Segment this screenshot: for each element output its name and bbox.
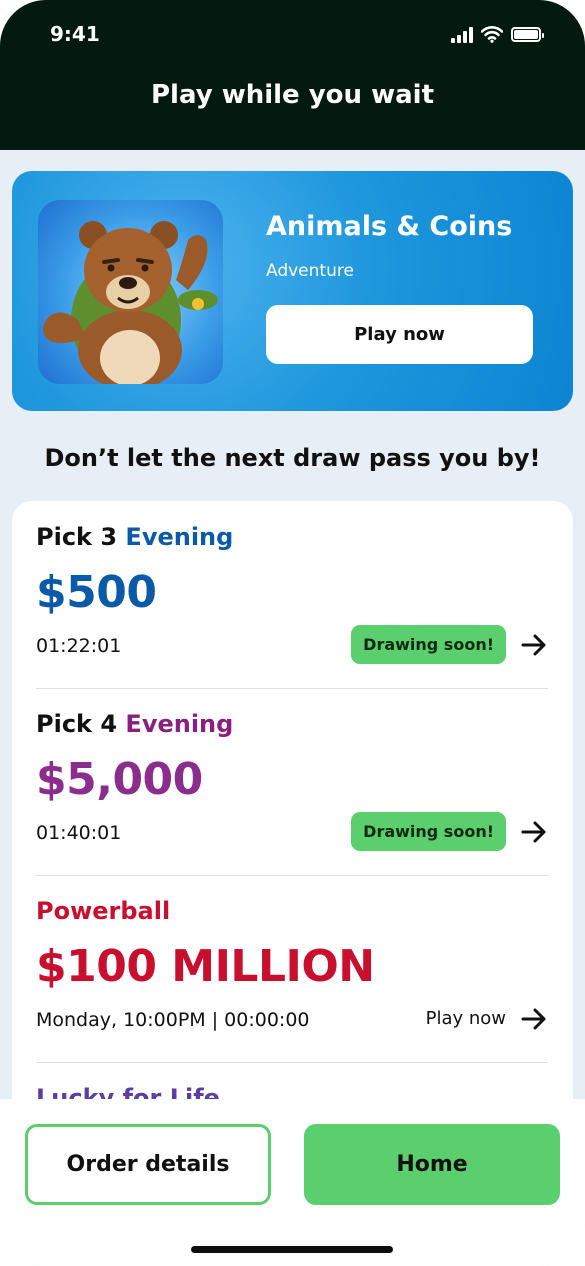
- arrow-right-icon[interactable]: [520, 1005, 548, 1033]
- header: 9:41 Play while you wait: [0, 0, 585, 150]
- draw-item-pick-4-evening[interactable]: Pick 4 Evening $5,000 01:40:01 Drawing s…: [36, 688, 548, 875]
- game-name: Powerball: [36, 897, 171, 925]
- battery-icon: [511, 27, 544, 42]
- draw-time-of-day: Evening: [125, 710, 234, 738]
- play-now-link[interactable]: Play now: [426, 1008, 506, 1029]
- draw-name: Pick 4 Evening: [36, 710, 233, 738]
- play-now-button[interactable]: Play now: [266, 305, 533, 364]
- game-thumbnail: [38, 200, 223, 384]
- drawing-soon-badge: Drawing soon!: [351, 812, 506, 851]
- countdown-timer: 01:40:01: [36, 822, 122, 844]
- wifi-icon: [481, 26, 503, 43]
- order-details-button[interactable]: Order details: [25, 1124, 271, 1205]
- countdown-timer: 01:22:01: [36, 635, 122, 657]
- arrow-right-icon[interactable]: [520, 818, 548, 846]
- game-name: Pick 4: [36, 710, 118, 738]
- page-title: Play while you wait: [150, 80, 435, 110]
- featured-game-card[interactable]: Animals & Coins Adventure Play now: [12, 171, 573, 411]
- app-screen: 9:41 Play while you wait Animals & Coins…: [0, 0, 585, 1266]
- bottom-action-bar: Order details Home: [0, 1099, 585, 1266]
- draw-item-pick-3-evening[interactable]: Pick 3 Evening $500 01:22:01 Drawing soo…: [36, 501, 548, 688]
- arrow-right-icon[interactable]: [520, 631, 548, 659]
- drawing-soon-badge: Drawing soon!: [351, 625, 506, 664]
- draw-item-powerball[interactable]: Powerball $100 MILLION Monday, 10:00PM |…: [36, 875, 548, 1062]
- status-time: 9:41: [50, 22, 100, 46]
- status-icons: [451, 26, 544, 43]
- home-indicator: [191, 1246, 393, 1253]
- jackpot-amount: $500: [36, 567, 157, 618]
- draws-list: Pick 3 Evening $500 01:22:01 Drawing soo…: [12, 501, 573, 1141]
- cellular-signal-icon: [451, 26, 473, 43]
- game-name: Pick 3: [36, 523, 118, 551]
- jackpot-amount: $100 MILLION: [36, 941, 375, 992]
- game-title: Animals & Coins: [266, 211, 513, 242]
- draw-name: Pick 3 Evening: [36, 523, 233, 551]
- draw-time-of-day: Evening: [125, 523, 234, 551]
- jackpot-amount: $5,000: [36, 754, 203, 805]
- home-button[interactable]: Home: [304, 1124, 560, 1205]
- bear-character-icon: [43, 221, 218, 384]
- draw-date-time: Monday, 10:00PM | 00:00:00: [36, 1009, 310, 1031]
- game-genre: Adventure: [266, 261, 354, 281]
- section-heading: Don’t let the next draw pass you by!: [44, 444, 541, 472]
